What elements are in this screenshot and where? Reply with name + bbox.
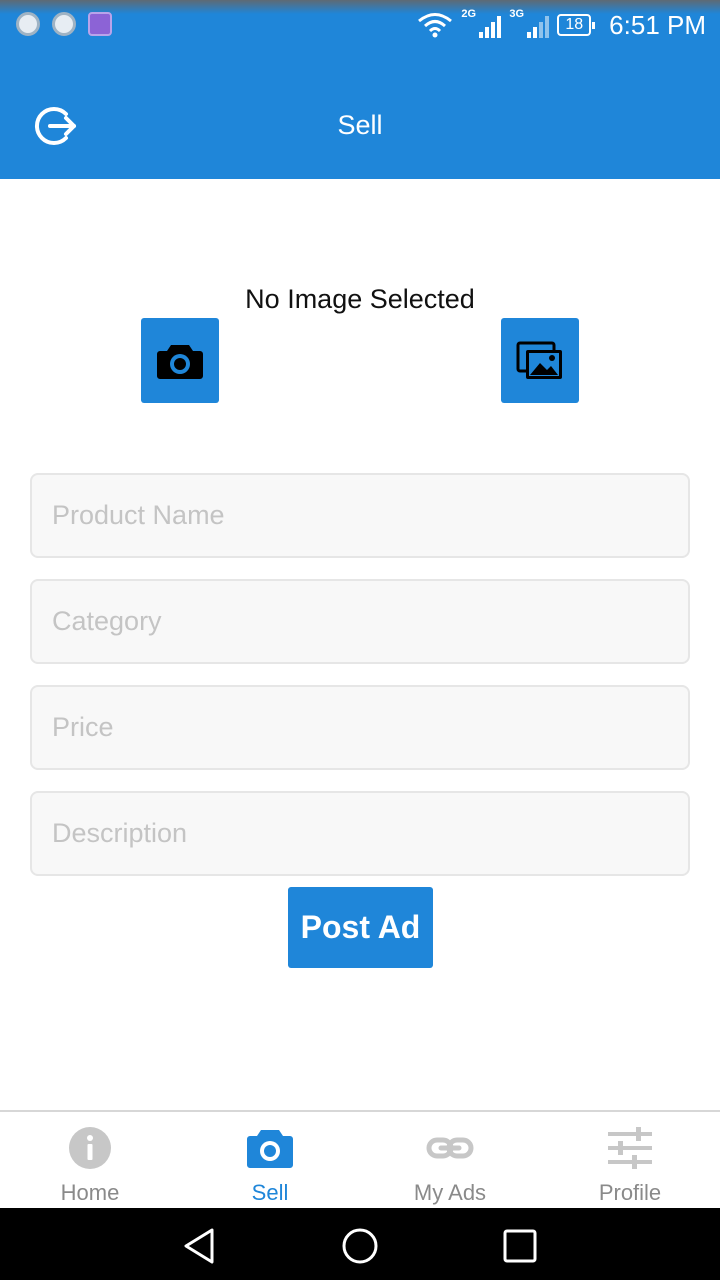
recent-apps-icon[interactable] [500, 1226, 540, 1266]
image-status-text: No Image Selected [245, 284, 475, 314]
notification-app-icon [16, 12, 40, 36]
home-circle-icon[interactable] [340, 1226, 380, 1266]
choose-from-gallery-button[interactable] [501, 318, 579, 403]
network-type-3g: 3G [509, 8, 525, 20]
price-input[interactable] [30, 685, 690, 770]
camera-icon [157, 344, 203, 379]
link-icon [426, 1137, 474, 1159]
page-title: Sell [337, 110, 383, 140]
app-bar: Sell [0, 50, 720, 179]
product-name-input[interactable] [30, 473, 690, 558]
tab-my-ads-label: My Ads [413, 1180, 487, 1205]
notification-message-icon [52, 12, 76, 36]
bottom-tab-bar: Home Sell My Ads Profile [0, 1110, 720, 1208]
take-photo-button[interactable] [141, 318, 219, 403]
tab-sell[interactable]: Sell [180, 1112, 360, 1208]
notification-image-icon [88, 12, 112, 36]
status-bar: 2G 3G 18 6:51 PM [0, 0, 720, 50]
tab-home[interactable]: Home [0, 1112, 180, 1208]
tab-profile-label: Profile [598, 1180, 662, 1205]
tab-my-ads[interactable]: My Ads [360, 1112, 540, 1208]
network-type-2g: 2G [461, 8, 477, 20]
clock: 6:51 PM [609, 9, 706, 40]
tab-sell-label: Sell [251, 1180, 289, 1205]
notification-icons [16, 12, 112, 36]
battery-indicator: 18 [557, 14, 595, 36]
back-icon[interactable] [180, 1226, 220, 1266]
signal-3g-icon: 3G [509, 8, 550, 40]
info-icon [69, 1127, 111, 1169]
description-input[interactable] [30, 791, 690, 876]
system-indicators: 2G 3G 18 6:51 PM [417, 8, 706, 42]
wifi-icon [418, 13, 453, 38]
signal-2g-icon: 2G [461, 8, 502, 40]
category-input[interactable] [30, 579, 690, 664]
gallery-icon [516, 341, 562, 379]
camera-icon [247, 1130, 293, 1168]
post-ad-button[interactable]: Post Ad [288, 887, 433, 968]
sliders-icon [608, 1127, 652, 1169]
system-navigation-bar [0, 1208, 720, 1280]
tab-home-label: Home [60, 1180, 120, 1205]
tab-profile[interactable]: Profile [540, 1112, 720, 1208]
